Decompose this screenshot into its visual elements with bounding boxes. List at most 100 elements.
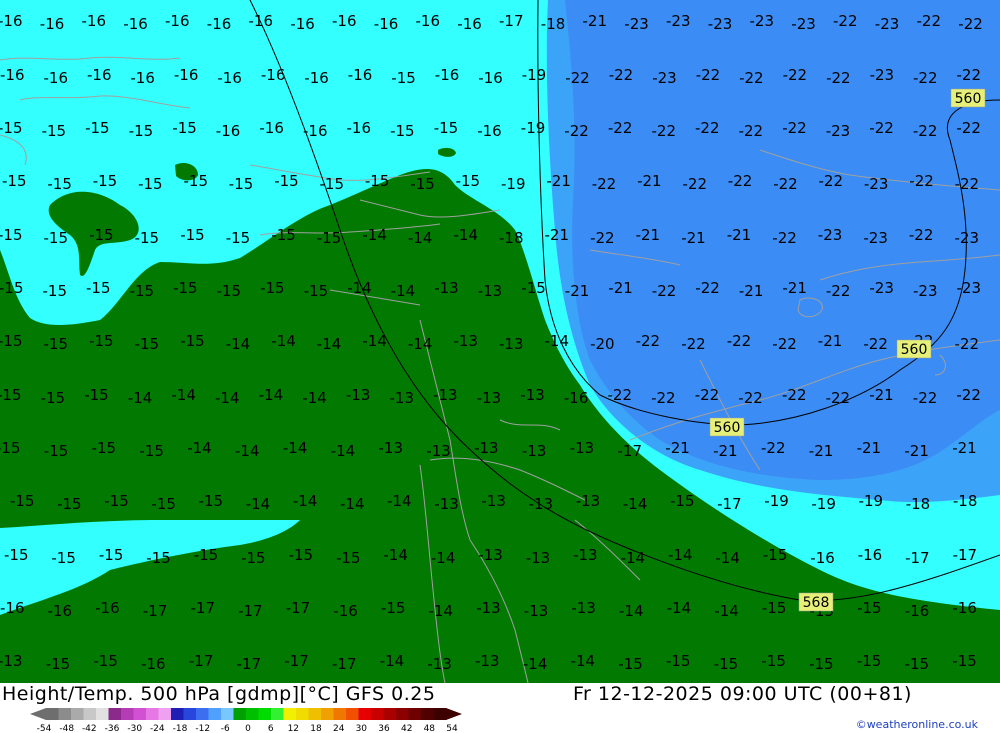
temperature-value: -15 xyxy=(217,282,242,300)
temperature-value: -15 xyxy=(390,122,415,140)
legend-swatch xyxy=(108,708,122,720)
legend-swatch xyxy=(321,708,334,720)
temperature-value: -14 xyxy=(246,495,271,513)
temperature-value: -15 xyxy=(199,492,224,510)
temperature-value: -22 xyxy=(863,335,888,353)
temperature-value: -13 xyxy=(478,282,503,300)
temperature-value: -13 xyxy=(576,492,601,510)
legend-swatch xyxy=(171,708,184,720)
legend-tick-label: -48 xyxy=(59,724,74,733)
temperature-value: -21 xyxy=(782,279,807,297)
temperature-value: -22 xyxy=(564,122,589,140)
temperature-value: -21 xyxy=(727,226,752,244)
temperature-value: -23 xyxy=(791,15,816,33)
temperature-value: -13 xyxy=(522,442,547,460)
temperature-value: -13 xyxy=(478,546,503,564)
legend-arrow-left xyxy=(30,708,46,720)
temperature-value: -14 xyxy=(621,549,646,567)
temperature-value: -21 xyxy=(857,439,882,457)
temperature-value: -15 xyxy=(129,122,154,140)
temperature-value: -14 xyxy=(235,442,260,460)
temperature-value: -15 xyxy=(670,492,695,510)
temperature-value: -22 xyxy=(590,229,615,247)
map-footer: Height/Temp. 500 hPa [gdmp][°C] GFS 0.25… xyxy=(0,683,1000,733)
temperature-value: -17 xyxy=(286,599,311,617)
temperature-value: -15 xyxy=(135,229,160,247)
temperature-value: -15 xyxy=(391,69,416,87)
temperature-value: -22 xyxy=(681,335,706,353)
temperature-value: -22 xyxy=(695,386,720,404)
temperature-value: -23 xyxy=(826,122,851,140)
temperature-value: -21 xyxy=(681,229,706,247)
temperature-value: -15 xyxy=(172,119,197,137)
temperature-value: -21 xyxy=(818,332,843,350)
temperature-value: -18 xyxy=(953,492,978,510)
temperature-value: -16 xyxy=(858,546,883,564)
isohypse-label-560-e: 560 xyxy=(896,339,932,359)
temperature-value: -21 xyxy=(545,226,570,244)
temperature-value: -14 xyxy=(215,389,240,407)
temperature-value: -16 xyxy=(216,122,241,140)
legend-swatch xyxy=(96,708,109,720)
temperature-value: -21 xyxy=(637,172,662,190)
temperature-value: -22 xyxy=(783,66,808,84)
temperature-value: -15 xyxy=(92,439,117,457)
legend-swatch xyxy=(208,708,222,720)
temperature-value: -17 xyxy=(953,546,978,564)
temperature-value: -14 xyxy=(454,226,479,244)
temperature-value: -23 xyxy=(652,69,677,87)
temperature-value: -21 xyxy=(809,442,834,460)
temperature-value: -23 xyxy=(624,15,649,33)
temperature-value: -13 xyxy=(524,602,549,620)
legend-tick-label: 48 xyxy=(424,724,436,733)
temperature-value: -22 xyxy=(909,226,934,244)
temperature-value: -15 xyxy=(857,652,882,670)
temperature-value: -14 xyxy=(171,386,196,404)
temperature-value: -15 xyxy=(138,175,163,193)
legend-tick-label: -30 xyxy=(127,724,142,733)
temperature-value: -15 xyxy=(44,442,69,460)
legend-swatch xyxy=(83,708,97,720)
legend-tick-label: -24 xyxy=(150,724,165,733)
temperature-value: -22 xyxy=(917,12,942,30)
temperature-value: -21 xyxy=(869,386,894,404)
legend-swatch xyxy=(408,708,422,720)
temperature-value: -22 xyxy=(826,282,851,300)
temperature-value: -21 xyxy=(565,282,590,300)
temperature-value: -15 xyxy=(229,175,254,193)
temperature-value: -16 xyxy=(304,69,329,87)
temperature-value: -15 xyxy=(434,119,459,137)
temperature-value: -21 xyxy=(636,226,661,244)
temperature-value: -15 xyxy=(86,279,111,297)
temperature-value: -17 xyxy=(332,655,357,673)
temperature-value: -22 xyxy=(739,69,764,87)
temperature-value: -15 xyxy=(381,599,406,617)
temperature-value: -15 xyxy=(104,492,129,510)
legend-tick-label: 24 xyxy=(333,724,345,733)
temperature-value: -13 xyxy=(571,599,596,617)
temperature-value: -16 xyxy=(332,12,357,30)
temperature-value: -21 xyxy=(665,439,690,457)
credit-link[interactable]: ©weatheronline.co.uk xyxy=(856,718,978,731)
temperature-value: -23 xyxy=(869,279,894,297)
temperature-value: -17 xyxy=(499,12,524,30)
temperature-value: -18 xyxy=(906,495,931,513)
legend-swatch xyxy=(333,708,347,720)
legend-swatch xyxy=(371,708,384,720)
temperature-value: -15 xyxy=(0,439,21,457)
temperature-value: -16 xyxy=(457,15,482,33)
temperature-value: -21 xyxy=(608,279,633,297)
temperature-value: -14 xyxy=(283,439,308,457)
temperature-value: -13 xyxy=(526,549,551,567)
temperature-value: -23 xyxy=(750,12,775,30)
svg-text:568: 568 xyxy=(803,595,830,611)
temperature-value: -23 xyxy=(863,229,888,247)
temperature-value: -15 xyxy=(226,229,251,247)
temperature-value: -22 xyxy=(826,69,851,87)
temperature-value: -13 xyxy=(426,442,451,460)
temperature-value: -15 xyxy=(763,546,788,564)
color-legend: -54 -48 -42 -36 -30 -24 -18 -12 -6 0 6 12 18 24 30 36 42… xyxy=(30,708,462,733)
temperature-value: -23 xyxy=(666,12,691,30)
temperature-value: -13 xyxy=(520,386,545,404)
temperature-value: -14 xyxy=(715,549,740,567)
